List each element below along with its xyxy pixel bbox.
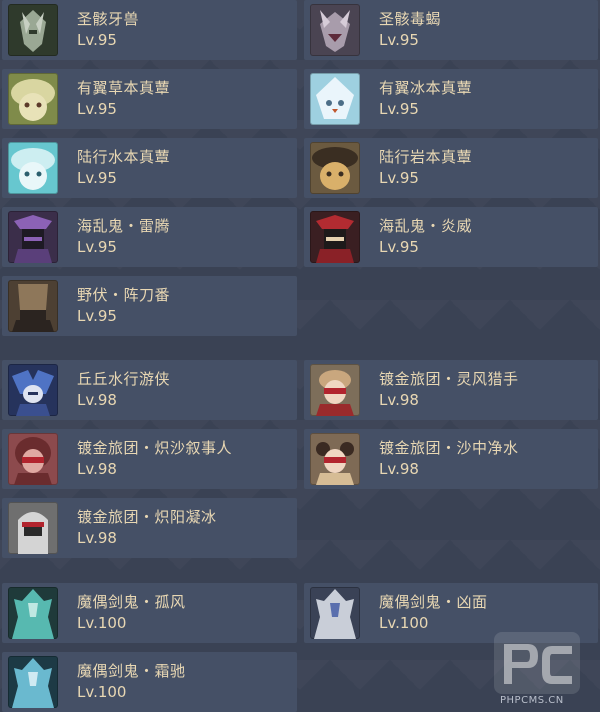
- enemy-portrait: [8, 364, 58, 416]
- enemy-card[interactable]: 镀金旅团・炽沙叙事人 Lv.98: [2, 429, 297, 489]
- enemy-name: 有翼草本真蕈: [77, 79, 171, 97]
- enemy-portrait: [8, 502, 58, 554]
- enemy-name: 镀金旅团・沙中净水: [379, 439, 519, 457]
- enemy-card[interactable]: 陆行岩本真蕈 Lv.95: [304, 138, 598, 198]
- enemy-card[interactable]: 有翼草本真蕈 Lv.95: [2, 69, 297, 129]
- phpcms-logo-icon: [494, 632, 580, 694]
- enemy-portrait: [8, 433, 58, 485]
- enemy-level: Lv.95: [379, 31, 419, 49]
- watermark-text: PHPCMS.CN: [500, 695, 564, 706]
- enemy-name: 镀金旅团・炽沙叙事人: [77, 439, 233, 457]
- enemy-portrait: [310, 211, 360, 263]
- enemy-portrait: [8, 656, 58, 708]
- enemy-level: Lv.95: [77, 100, 117, 118]
- enemy-name: 圣骸毒蝎: [379, 10, 442, 28]
- enemy-portrait: [310, 433, 360, 485]
- enemy-name: 魔偶剑鬼・凶面: [379, 593, 488, 611]
- enemy-level: Lv.98: [77, 391, 117, 409]
- enemy-name: 魔偶剑鬼・霜驰: [77, 662, 186, 680]
- enemy-card[interactable]: 镀金旅团・炽阳凝冰 Lv.98: [2, 498, 297, 558]
- enemy-name: 有翼冰本真蕈: [379, 79, 473, 97]
- enemy-name: 海乱鬼・雷腾: [77, 217, 171, 235]
- enemy-portrait: [8, 587, 58, 639]
- enemy-name: 陆行岩本真蕈: [379, 148, 473, 166]
- enemy-card[interactable]: 有翼冰本真蕈 Lv.95: [304, 69, 598, 129]
- enemy-name: 陆行水本真蕈: [77, 148, 171, 166]
- enemy-level: Lv.98: [379, 391, 419, 409]
- enemy-card[interactable]: 魔偶剑鬼・霜驰 Lv.100: [2, 652, 297, 712]
- enemy-name: 镀金旅团・炽阳凝冰: [77, 508, 217, 526]
- enemy-card[interactable]: 镀金旅团・灵风猎手 Lv.98: [304, 360, 598, 420]
- enemy-portrait: [8, 73, 58, 125]
- enemy-portrait: [310, 4, 360, 56]
- enemy-portrait: [310, 142, 360, 194]
- enemy-level: Lv.95: [379, 169, 419, 187]
- enemy-portrait: [8, 211, 58, 263]
- enemy-card[interactable]: 海乱鬼・炎威 Lv.95: [304, 207, 598, 267]
- enemy-card[interactable]: 镀金旅团・沙中净水 Lv.98: [304, 429, 598, 489]
- enemy-level: Lv.95: [379, 100, 419, 118]
- enemy-card[interactable]: 圣骸牙兽 Lv.95: [2, 0, 297, 60]
- enemy-name: 海乱鬼・炎威: [379, 217, 473, 235]
- enemy-portrait: [8, 142, 58, 194]
- enemy-level: Lv.100: [379, 614, 429, 632]
- enemy-name: 野伏・阵刀番: [77, 286, 171, 304]
- enemy-card[interactable]: 陆行水本真蕈 Lv.95: [2, 138, 297, 198]
- enemy-level: Lv.100: [77, 614, 127, 632]
- enemy-card[interactable]: 海乱鬼・雷腾 Lv.95: [2, 207, 297, 267]
- enemy-level: Lv.100: [77, 683, 127, 701]
- enemy-card[interactable]: 圣骸毒蝎 Lv.95: [304, 0, 598, 60]
- enemy-portrait: [310, 73, 360, 125]
- enemy-portrait: [310, 587, 360, 639]
- enemy-name: 丘丘水行游侠: [77, 370, 171, 388]
- enemy-name: 魔偶剑鬼・孤风: [77, 593, 186, 611]
- enemy-card[interactable]: 丘丘水行游侠 Lv.98: [2, 360, 297, 420]
- enemy-card[interactable]: 野伏・阵刀番 Lv.95: [2, 276, 297, 336]
- enemy-level: Lv.95: [379, 238, 419, 256]
- enemy-level: Lv.98: [77, 529, 117, 547]
- enemy-portrait: [310, 364, 360, 416]
- enemy-portrait: [8, 4, 58, 56]
- enemy-level: Lv.95: [77, 31, 117, 49]
- enemy-name: 镀金旅团・灵风猎手: [379, 370, 519, 388]
- enemy-level: Lv.95: [77, 238, 117, 256]
- enemy-portrait: [8, 280, 58, 332]
- enemy-level: Lv.98: [379, 460, 419, 478]
- enemy-level: Lv.98: [77, 460, 117, 478]
- enemy-level: Lv.95: [77, 307, 117, 325]
- enemy-name: 圣骸牙兽: [77, 10, 140, 28]
- enemy-card[interactable]: 魔偶剑鬼・孤风 Lv.100: [2, 583, 297, 643]
- enemy-level: Lv.95: [77, 169, 117, 187]
